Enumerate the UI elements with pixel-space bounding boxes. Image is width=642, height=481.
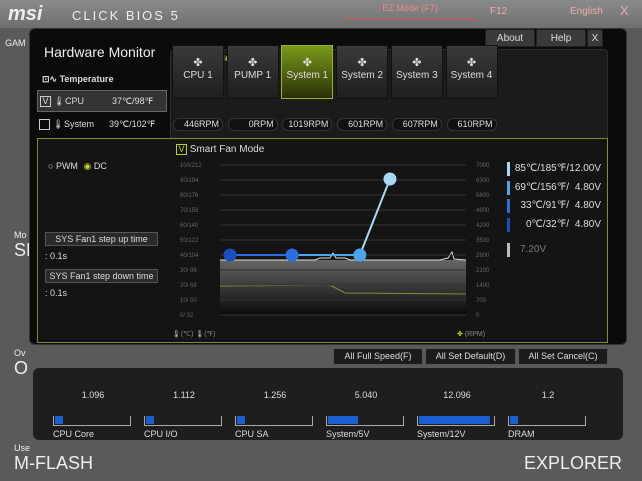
voltage-bar (144, 416, 222, 426)
voltage-label: System/12V (417, 429, 466, 439)
right-tick: 3500 (476, 238, 490, 244)
left-tick: 40/104 (180, 253, 199, 259)
left-tick: 70/158 (180, 208, 199, 214)
left-tick: 20/ 68 (180, 283, 197, 289)
thermometer-icon: 🌡 (195, 331, 205, 338)
temp-unit-labels: 🌡(℃) 🌡(℉) (172, 331, 216, 338)
right-tick: 1400 (476, 283, 490, 289)
voltage-bar (417, 416, 495, 426)
left-tick: 30/ 86 (180, 268, 197, 274)
voltage-bar (235, 416, 313, 426)
curve-point[interactable] (223, 248, 237, 262)
voltage-label: CPU SA (235, 429, 269, 439)
voltage-label: DRAM (508, 429, 535, 439)
left-tick: 0/ 32 (180, 313, 194, 319)
left-tick: 10/ 50 (180, 298, 197, 304)
voltage-value: 1.112 (173, 390, 195, 400)
right-tick: 2800 (476, 253, 490, 259)
left-tick: 90/194 (180, 178, 199, 184)
voltage-label: CPU Core (53, 429, 95, 439)
all-full-speed-button[interactable]: All Full Speed(F) (333, 348, 423, 365)
curve-point[interactable] (285, 248, 299, 262)
voltage-label: CPU I/O (144, 429, 178, 439)
left-tick: 50/122 (180, 238, 199, 244)
all-set-default-button[interactable]: All Set Default(D) (425, 348, 516, 365)
thermometer-icon: 🌡 (172, 331, 181, 338)
voltage-value: 1.096 (81, 390, 105, 400)
rpm-unit-label: ✤ (RPM) (457, 331, 486, 338)
voltage-value: 1.2 (541, 390, 555, 400)
voltage-value: 12.096 (443, 390, 471, 400)
voltage-label: System/5V (326, 429, 370, 439)
voltage-value: 1.256 (263, 390, 287, 400)
current-voltage: 7.20V (507, 243, 607, 257)
voltage-value: 5.040 (354, 390, 378, 400)
right-tick: 700 (476, 298, 487, 304)
voltage-bar (508, 416, 586, 426)
right-tick: 2100 (476, 268, 490, 274)
right-tick: 4900 (476, 208, 490, 214)
left-tick: 80/176 (180, 193, 199, 199)
right-tick: 5600 (476, 193, 490, 199)
right-tick: 6300 (476, 178, 490, 184)
left-tick: 60/140 (180, 223, 199, 229)
right-tick: 0 (476, 313, 480, 319)
fan-icon: ✤ (457, 331, 463, 338)
all-set-cancel-button[interactable]: All Set Cancel(C) (518, 348, 608, 365)
curve-point[interactable] (383, 172, 397, 186)
curve-segment (358, 178, 391, 256)
curve-point[interactable] (353, 248, 367, 262)
right-tick: 4200 (476, 223, 490, 229)
temperature-history-area (220, 260, 466, 315)
right-tick: 7000 (476, 163, 490, 169)
voltage-panel: 1.096 CPU Core 1.112 CPU I/O 1.256 CPU SA 5.04… (33, 368, 623, 440)
voltage-bar (326, 416, 404, 426)
voltage-bar (53, 416, 131, 426)
left-tick: 100/212 (180, 163, 202, 169)
